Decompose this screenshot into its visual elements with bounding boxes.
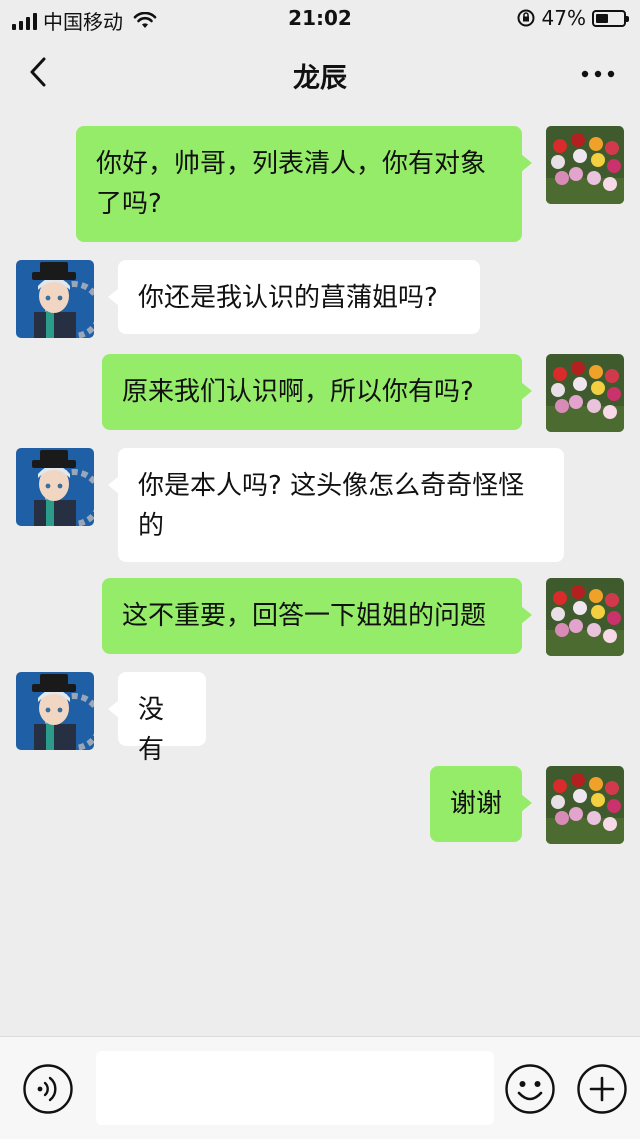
character-avatar-icon — [16, 260, 94, 338]
message-input[interactable] — [96, 1051, 494, 1125]
contact-avatar[interactable] — [16, 448, 94, 526]
character-avatar-icon — [16, 448, 94, 526]
more-dots-icon[interactable] — [578, 62, 618, 86]
input-bar — [0, 1036, 640, 1139]
message-bubble[interactable]: 原来我们认识啊，所以你有吗? — [102, 354, 532, 430]
status-right: 47% — [516, 6, 629, 30]
message-row: 这不重要，回答一下姐姐的问题 — [0, 578, 640, 656]
message-bubble[interactable]: 谢谢 — [430, 766, 532, 842]
message-row: 你是本人吗? 这头像怎么奇奇怪怪的 — [0, 448, 640, 564]
emoji-icon[interactable] — [504, 1063, 556, 1115]
flower-avatar-icon — [546, 354, 624, 432]
contact-avatar[interactable] — [16, 672, 94, 750]
rotation-lock-icon — [517, 9, 535, 27]
nav-bar: 龙辰 — [0, 40, 640, 106]
flower-avatar-icon — [546, 578, 624, 656]
battery-icon — [592, 9, 629, 27]
chat-title: 龙辰 — [293, 63, 347, 94]
voice-icon[interactable] — [22, 1063, 74, 1115]
message-bubble[interactable]: 没有 — [108, 672, 206, 765]
flower-avatar-icon — [546, 126, 624, 204]
my-avatar[interactable] — [546, 354, 624, 432]
my-avatar[interactable] — [546, 766, 624, 844]
plus-icon[interactable] — [576, 1063, 628, 1115]
battery-fill — [596, 13, 609, 23]
status-bar: 中国移动 21:02 47% — [0, 0, 640, 36]
message-row: 谢谢 — [0, 766, 640, 844]
my-avatar[interactable] — [546, 578, 624, 656]
message-row: 原来我们认识啊，所以你有吗? — [0, 354, 640, 432]
message-bubble[interactable]: 这不重要，回答一下姐姐的问题 — [102, 578, 532, 654]
message-list[interactable]: 你好，帅哥，列表清人，你有对象了吗? 你还是我认识的菖蒲姐吗? 原来我们认识啊，… — [0, 106, 640, 1036]
message-bubble[interactable]: 你还是我认识的菖蒲姐吗? — [108, 260, 480, 334]
battery-percent: 47% — [541, 6, 586, 30]
flower-avatar-icon — [546, 766, 624, 844]
message-bubble[interactable]: 你是本人吗? 这头像怎么奇奇怪怪的 — [108, 448, 564, 562]
message-bubble[interactable]: 你好，帅哥，列表清人，你有对象了吗? — [76, 126, 532, 242]
message-row: 你好，帅哥，列表清人，你有对象了吗? — [0, 126, 640, 244]
character-avatar-icon — [16, 672, 94, 750]
message-row: 没有 — [0, 672, 640, 765]
my-avatar[interactable] — [546, 126, 624, 204]
contact-avatar[interactable] — [16, 260, 94, 338]
message-row: 你还是我认识的菖蒲姐吗? — [0, 260, 640, 338]
